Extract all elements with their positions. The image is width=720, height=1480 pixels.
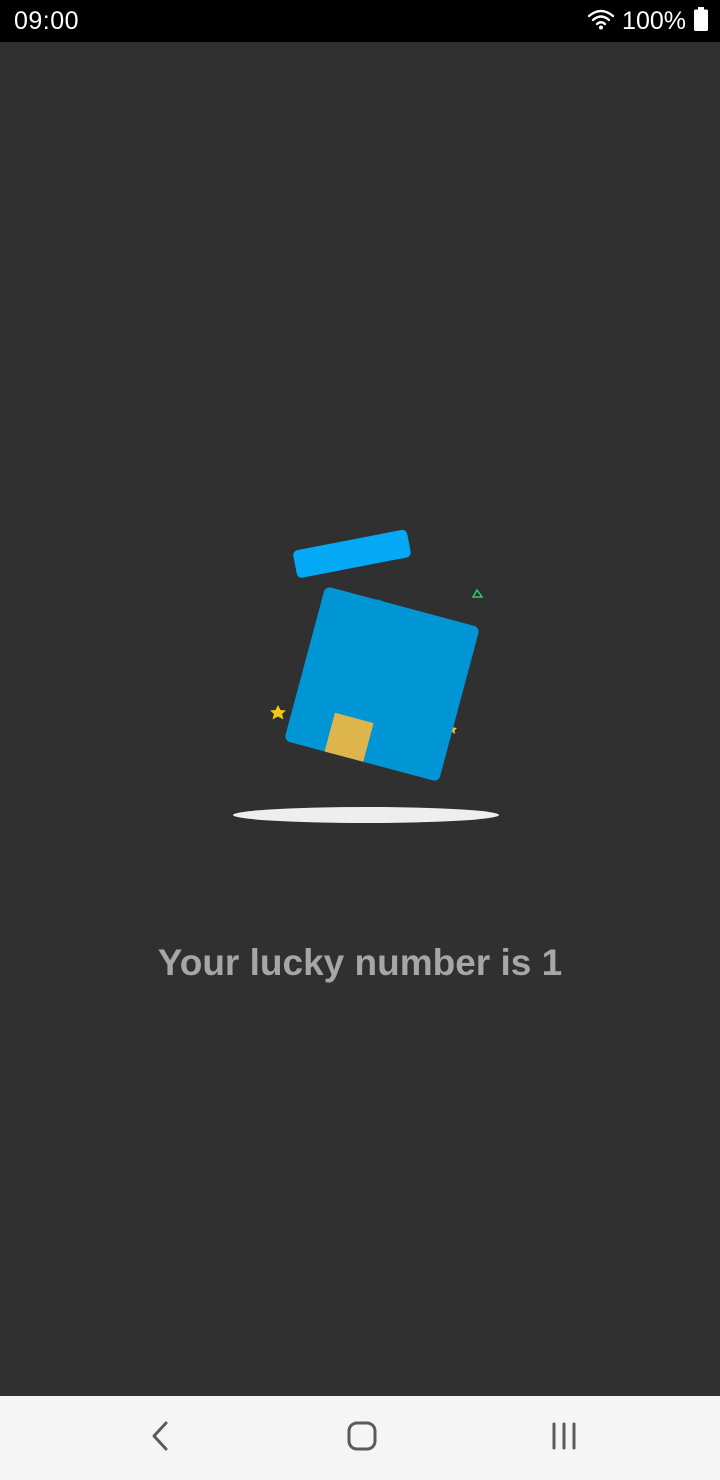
back-icon bbox=[150, 1421, 170, 1456]
status-time: 09:00 bbox=[14, 7, 80, 35]
battery-percentage: 100% bbox=[622, 6, 686, 35]
confetti-star-left bbox=[270, 705, 286, 720]
main-content: Your lucky number is 1 bbox=[0, 42, 720, 1396]
recents-icon bbox=[549, 1422, 579, 1455]
home-icon bbox=[346, 1420, 378, 1457]
back-button[interactable] bbox=[140, 1418, 180, 1458]
gift-lid bbox=[293, 529, 411, 578]
lucky-number-message: Your lucky number is 1 bbox=[157, 942, 563, 983]
status-bar: 09:00 100% bbox=[0, 0, 720, 42]
home-button[interactable] bbox=[342, 1418, 382, 1458]
gift-animation bbox=[233, 529, 499, 823]
navigation-bar bbox=[0, 1396, 720, 1480]
wifi-icon bbox=[587, 8, 615, 35]
gift-box bbox=[285, 587, 479, 781]
status-right: 100% bbox=[587, 6, 708, 36]
battery-icon bbox=[694, 6, 708, 36]
gift-shadow bbox=[233, 807, 499, 823]
recents-button[interactable] bbox=[544, 1418, 584, 1458]
confetti-triangle bbox=[471, 588, 484, 598]
screen: 09:00 100% Your lucky number is 1 bbox=[0, 0, 720, 1480]
